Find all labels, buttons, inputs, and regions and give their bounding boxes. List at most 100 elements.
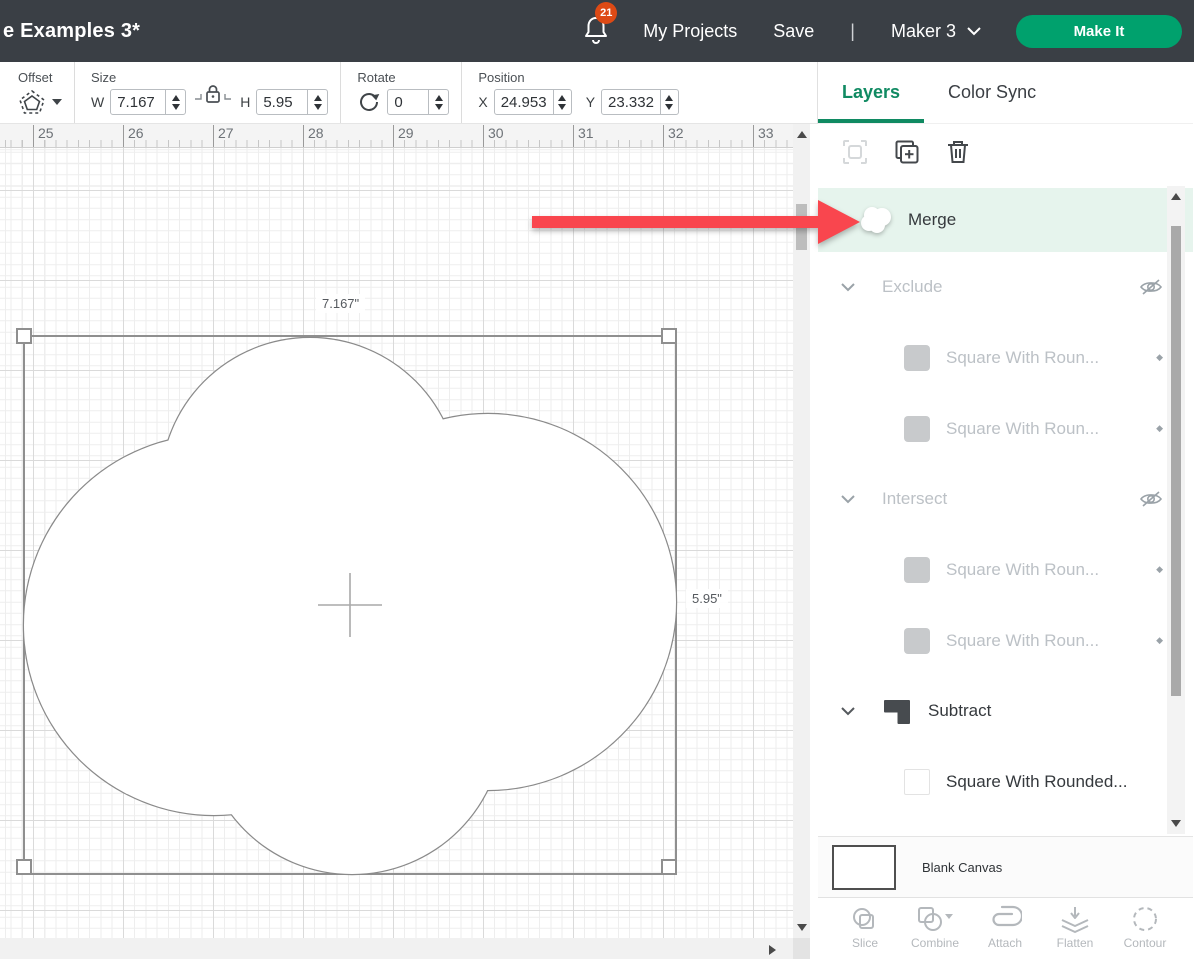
lock-icon	[194, 83, 232, 109]
my-projects-link[interactable]: My Projects	[643, 21, 737, 42]
combine-button[interactable]: Combine	[904, 905, 966, 950]
layer-row-merge[interactable]: Merge	[818, 188, 1193, 252]
layer-row[interactable]: Square With Roun... ◆	[818, 605, 1193, 676]
width-axis-label: W	[91, 94, 104, 110]
delete-layer-button[interactable]	[946, 139, 970, 165]
diamond-icon: ◆	[1156, 635, 1163, 646]
layers-scrollbar[interactable]	[1167, 186, 1185, 834]
canvas-vertical-scrollbar[interactable]	[793, 124, 810, 938]
ruler-number: 25	[33, 125, 54, 148]
layer-list: Merge Exclude Square With Roun... ◆	[818, 180, 1193, 836]
layer-group-intersect[interactable]: Intersect	[818, 464, 1193, 534]
rotate-stepper[interactable]	[428, 90, 448, 114]
contour-button[interactable]: Contour	[1114, 905, 1176, 950]
y-axis-label: Y	[586, 94, 595, 110]
ruler-number: 31	[573, 125, 594, 148]
layers-panel: Layers Color Sync	[818, 62, 1193, 959]
size-lock-button[interactable]	[194, 83, 232, 109]
design-canvas[interactable]: 25 26 27 28 29 30 31 32 33	[0, 124, 818, 959]
save-link[interactable]: Save	[773, 21, 814, 42]
width-input[interactable]: 7.167	[110, 89, 186, 115]
layer-group-subtract[interactable]: Subtract	[818, 676, 1193, 746]
select-all-icon	[842, 139, 868, 165]
notification-badge: 21	[595, 2, 617, 24]
position-label: Position	[478, 70, 679, 85]
vertical-scroll-thumb[interactable]	[796, 204, 807, 250]
visibility-off-icon[interactable]	[1139, 489, 1163, 509]
layer-row[interactable]: Square With Roun... ◆	[818, 393, 1193, 464]
y-position-input[interactable]: 23.332	[601, 89, 679, 115]
scroll-up-arrow-icon[interactable]	[1171, 193, 1181, 200]
layer-label: Square With Roun...	[946, 348, 1156, 368]
layer-thumbnail	[904, 416, 930, 442]
attach-button[interactable]: Attach	[974, 905, 1036, 950]
blank-canvas-row[interactable]: Blank Canvas	[818, 836, 1193, 897]
layer-actions-bar: Slice Combine Attach	[818, 897, 1193, 959]
layer-group-exclude[interactable]: Exclude	[818, 252, 1193, 322]
layer-row[interactable]: Square With Roun... ◆	[818, 322, 1193, 393]
scroll-right-arrow-icon[interactable]	[769, 945, 776, 955]
width-stepper[interactable]	[165, 90, 185, 114]
x-position-input[interactable]: 24.953	[494, 89, 572, 115]
contour-icon	[1130, 905, 1160, 933]
ruler-number: 30	[483, 125, 504, 148]
chevron-down-icon[interactable]	[840, 494, 856, 504]
chevron-down-icon[interactable]	[840, 706, 856, 716]
machine-name: Maker 3	[891, 21, 956, 42]
diamond-icon: ◆	[1156, 423, 1163, 434]
duplicate-icon	[894, 139, 920, 165]
horizontal-ruler: 25 26 27 28 29 30 31 32 33	[0, 124, 793, 148]
combine-icon	[916, 905, 954, 933]
ruler-number: 29	[393, 125, 414, 148]
scroll-up-arrow-icon[interactable]	[797, 131, 807, 138]
layer-label: Merge	[908, 210, 956, 230]
chevron-down-icon[interactable]	[840, 282, 856, 292]
layers-scroll-thumb[interactable]	[1171, 226, 1181, 696]
offset-icon	[18, 89, 46, 115]
header-divider: |	[850, 21, 855, 42]
machine-selector[interactable]: Maker 3	[891, 21, 982, 42]
rotate-icon[interactable]	[357, 90, 381, 114]
canvas-color-swatch[interactable]	[832, 845, 896, 890]
layer-row[interactable]: Square With Rounded...	[818, 746, 1193, 817]
app-header: e Examples 3* 21 My Projects Save | Make…	[0, 0, 1194, 62]
chevron-down-icon	[966, 26, 982, 36]
offset-caret-icon	[52, 99, 62, 105]
height-dimension-label: 5.95"	[686, 589, 728, 608]
layer-thumbnail	[904, 628, 930, 654]
layer-thumbnail	[904, 769, 930, 795]
notifications-button[interactable]: 21	[583, 14, 609, 49]
layer-label: Square With Roun...	[946, 631, 1156, 651]
rotate-input[interactable]: 0	[387, 89, 449, 115]
layer-label: Square With Roun...	[946, 419, 1156, 439]
tab-color-sync[interactable]: Color Sync	[924, 62, 1060, 123]
tab-layers[interactable]: Layers	[818, 62, 924, 123]
visibility-off-icon[interactable]	[1139, 277, 1163, 297]
layer-row[interactable]: Square With Roun... ◆	[818, 534, 1193, 605]
scroll-down-arrow-icon[interactable]	[1171, 820, 1181, 827]
slice-button[interactable]: Slice	[834, 905, 896, 950]
height-stepper[interactable]	[307, 90, 327, 114]
ruler-number: 32	[663, 125, 684, 148]
layer-tools	[818, 124, 1193, 180]
offset-label: Offset	[18, 70, 62, 85]
blank-canvas-label: Blank Canvas	[922, 860, 1002, 875]
height-input[interactable]: 5.95	[256, 89, 328, 115]
x-stepper[interactable]	[553, 90, 571, 114]
diamond-icon: ◆	[1156, 564, 1163, 575]
offset-button[interactable]	[18, 89, 62, 115]
group-select-button[interactable]	[842, 139, 868, 165]
flatten-button[interactable]: Flatten	[1044, 905, 1106, 950]
attach-icon	[988, 905, 1022, 933]
quatrefoil-thumbnail-icon	[858, 204, 894, 236]
scroll-down-arrow-icon[interactable]	[797, 924, 807, 931]
y-stepper[interactable]	[660, 90, 678, 114]
canvas-region: Offset Size W 7.167	[0, 62, 818, 959]
duplicate-button[interactable]	[894, 139, 920, 165]
diamond-icon: ◆	[1156, 352, 1163, 363]
make-it-button[interactable]: Make It	[1016, 15, 1182, 48]
subtract-corner-icon	[882, 696, 912, 726]
flatten-icon	[1059, 905, 1091, 933]
canvas-horizontal-scrollbar[interactable]	[0, 938, 810, 959]
layer-label: Square With Roun...	[946, 560, 1156, 580]
